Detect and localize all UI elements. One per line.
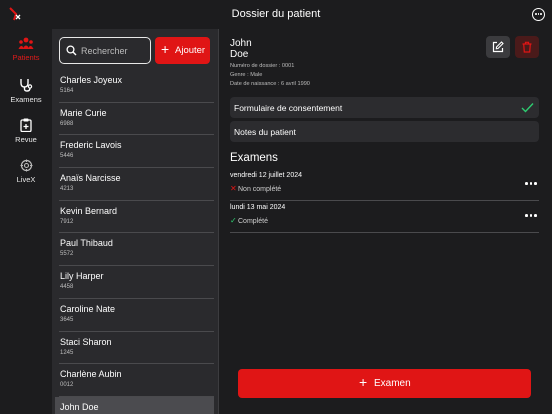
patient-number: 4213 [60,186,74,193]
patient-number: 4458 [60,284,74,291]
patient-row[interactable]: Marie Curie 6988 [59,103,214,136]
patient-row[interactable]: Lily Harper 4458 [59,266,214,299]
patient-row[interactable]: Caroline Nate 3645 [59,299,214,332]
exams-heading: Examens [230,152,278,164]
patient-last-name: Doe [230,49,249,60]
exam-row[interactable]: lundi 13 mai 2024 ✓Complété [230,201,539,233]
patient-row-selected[interactable]: John Doe 0001 [55,396,214,414]
patient-name: Caroline Nate [60,303,116,314]
exam-row[interactable]: vendredi 12 juillet 2024 ✕Non complété [230,169,539,201]
patient-gender: Genre : Male [230,72,263,78]
rail-item-livex[interactable]: LiveX [0,159,52,184]
rail-label-patients: Patients [12,53,40,62]
patient-birth-date: Date de naissance : 6 avril 1990 [230,81,310,87]
edit-patient-button[interactable] [486,36,510,58]
patient-name: Paul Thibaud [60,238,113,249]
add-patient-button[interactable]: + Ajouter [155,37,210,64]
patient-name: Charlène Aubin [60,369,122,380]
patient-name: Charles Joyeux [60,75,123,85]
patient-row[interactable]: Staci Sharon 1245 [59,332,214,365]
exam-status-text: Non complété [238,186,282,193]
patient-number: 7912 [60,218,74,225]
patient-notes-card[interactable]: Notes du patient [230,121,539,142]
livex-icon [20,159,32,172]
patient-name: Kevin Bernard [60,205,118,216]
patient-name: Frederic Lavois [60,140,122,151]
patient-number: 5446 [60,153,74,160]
patient-name: Marie Curie [60,107,107,118]
consent-form-label: Formulaire de consentement [234,103,343,113]
plus-icon: + [359,374,368,390]
patient-list: Charles Joyeux 5164 Marie Curie 6988 Fre… [52,70,218,414]
patient-row[interactable]: Charlène Aubin 0012 [59,364,214,397]
more-options-icon[interactable] [532,8,545,21]
delete-patient-button[interactable] [515,36,539,58]
patient-row[interactable]: Charles Joyeux 5164 [59,70,214,103]
add-exam-label: Examen [374,378,411,389]
exam-status-text: Complété [238,218,268,225]
patient-list-panel: + Ajouter Charles Joyeux 5164 Marie Curi… [52,29,218,414]
exam-status: ✓Complété [230,216,268,225]
patient-name: Anaïs Narcisse [60,173,121,184]
patient-row[interactable]: Anaïs Narcisse 4213 [59,168,214,201]
top-bar: Dossier du patient [0,0,552,29]
add-patient-label: Ajouter [175,45,206,56]
search-input[interactable] [81,42,149,60]
trash-icon [522,41,532,53]
cross-icon: ✕ [230,184,237,193]
side-rail: Patients Examens Revue LiveX [0,29,52,414]
patient-number: 0012 [60,382,74,389]
rail-label-revue: Revue [15,135,37,144]
search-icon [66,45,77,56]
plus-icon: + [161,41,170,57]
rail-item-revue[interactable]: Revue [0,118,52,144]
search-box[interactable] [59,37,151,64]
patient-number: 5164 [60,88,74,94]
exam-status: ✕Non complété [230,184,281,193]
patient-number: 1245 [60,349,74,356]
rail-label-livex: LiveX [16,175,36,184]
patient-row[interactable]: Paul Thibaud 5572 [59,233,214,267]
check-icon [521,103,534,113]
exam-date: vendredi 12 juillet 2024 [230,172,302,179]
patient-detail-panel: John Doe Numéro de dossier : 0001 Genre … [219,29,552,414]
patients-icon [18,37,34,49]
patient-number: 6988 [60,120,74,127]
consent-form-card[interactable]: Formulaire de consentement [230,97,539,118]
check-icon: ✓ [230,216,237,225]
patient-first-name: John [230,38,252,49]
edit-icon [492,41,504,53]
patient-name: John Doe [60,401,99,412]
exam-date: lundi 13 mai 2024 [230,204,286,211]
patient-number: 3645 [60,316,74,323]
add-exam-button[interactable]: + Examen [238,369,531,398]
clipboard-icon [20,118,32,132]
rail-label-examens: Examens [10,95,42,104]
patient-name: Staci Sharon [60,336,112,347]
rail-item-patients[interactable]: Patients [0,37,52,62]
exam-more-options-icon[interactable] [525,213,537,219]
stethoscope-icon [20,79,33,92]
rail-item-examens[interactable]: Examens [0,78,52,104]
patient-row[interactable]: Frederic Lavois 5446 [59,135,214,169]
patient-notes-label: Notes du patient [234,127,296,137]
patient-number: 5572 [60,251,74,258]
exam-more-options-icon[interactable] [525,181,537,187]
patient-file-number: Numéro de dossier : 0001 [230,63,295,69]
patient-row[interactable]: Kevin Bernard 7912 [59,201,214,234]
patient-name: Lily Harper [60,271,104,282]
page-title: Dossier du patient [231,8,321,20]
